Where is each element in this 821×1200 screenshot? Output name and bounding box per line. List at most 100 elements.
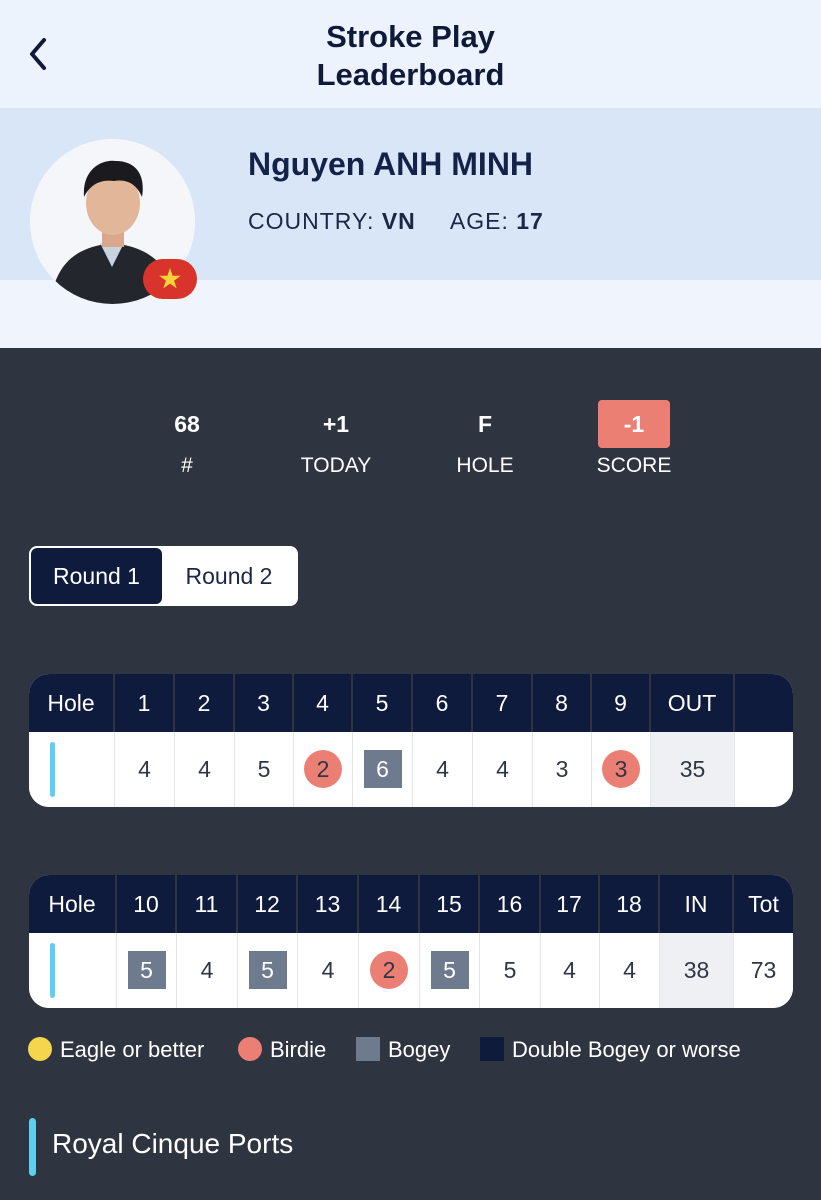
hole-header-cell xyxy=(735,674,793,732)
stat-label: # xyxy=(181,454,193,477)
hole-header-cell: 3 xyxy=(235,674,294,732)
hole-header-cell: 7 xyxy=(473,674,533,732)
stat-score: -1 SCORE xyxy=(574,400,694,478)
bogey-score: 5 xyxy=(430,950,469,989)
legend-birdie: Birdie xyxy=(238,1034,326,1066)
tab-round-2[interactable]: Round 2 xyxy=(162,548,296,604)
score-cell: 5 xyxy=(480,933,541,1008)
bogey-swatch-icon xyxy=(356,1037,380,1062)
player-meta: COUNTRY: VN AGE: 17 xyxy=(248,208,572,235)
stat-position: 68 # xyxy=(127,400,247,478)
scorecard-header-row: Hole 10 11 12 13 14 15 16 17 18 IN Tot xyxy=(29,875,793,933)
hole-header-cell: 18 xyxy=(600,875,660,933)
stat-value: 68 xyxy=(174,411,200,437)
hole-header-cell: 6 xyxy=(413,674,473,732)
page-title: Stroke Play Leaderboard xyxy=(0,18,821,94)
stat-label: TODAY xyxy=(300,454,372,477)
stat-value: F xyxy=(477,411,493,437)
birdie-score: 2 xyxy=(304,749,342,788)
score-cell: 4 xyxy=(177,933,238,1008)
tab-round-1[interactable]: Round 1 xyxy=(31,548,162,604)
score-badge: -1 xyxy=(598,400,670,448)
score-cell: 73 xyxy=(750,957,777,983)
scorecard-front-nine: Hole 1 2 3 4 5 6 7 8 9 OUT 4 4 5 2 6 4 4 3 3 35 xyxy=(29,674,793,807)
hole-header-cell: 13 xyxy=(298,875,359,933)
stat-value: +1 xyxy=(322,411,350,437)
hole-header-cell: 4 xyxy=(294,674,353,732)
score-cell: 4 xyxy=(413,732,473,807)
score-cell: 4 xyxy=(298,933,359,1008)
legend-label: Double Bogey or worse xyxy=(512,1037,741,1062)
hole-header-cell: 2 xyxy=(175,674,235,732)
hole-header-cell: 12 xyxy=(238,875,298,933)
legend-eagle: Eagle or better xyxy=(28,1034,204,1066)
star-icon xyxy=(159,268,181,289)
hole-header-cell: 17 xyxy=(540,875,600,933)
legend-label: Birdie xyxy=(270,1037,327,1062)
legend-label: Eagle or better xyxy=(60,1037,205,1062)
page-title-line2: Leaderboard xyxy=(316,57,505,92)
player-marker xyxy=(50,943,55,998)
course-name: Royal Cinque Ports xyxy=(52,1128,294,1159)
score-cell: 2 xyxy=(359,933,420,1008)
bogey-score: 5 xyxy=(127,950,166,989)
score-legend: Eagle or better Birdie Bogey Double Boge… xyxy=(28,1034,808,1066)
hole-header-cell: 5 xyxy=(353,674,413,732)
scorecard-score-row: 5 4 5 4 2 5 5 4 4 38 73 xyxy=(29,933,793,1008)
age-value: 17 xyxy=(516,208,544,234)
legend-label: Bogey xyxy=(388,1037,451,1062)
round-selector: Round 1 Round 2 xyxy=(29,546,298,606)
hole-header-cell: 9 xyxy=(592,674,651,732)
score-cell: 4 xyxy=(473,732,533,807)
country-label: COUNTRY: xyxy=(248,208,375,234)
birdie-swatch-icon xyxy=(238,1037,262,1062)
score-cell: 5 xyxy=(238,933,298,1008)
player-name: Nguyen ANH MINH xyxy=(248,146,534,182)
legend-bogey: Bogey xyxy=(356,1034,450,1066)
subtotal-cell: 35 xyxy=(651,732,735,807)
double-bogey-swatch-icon xyxy=(480,1037,504,1062)
hole-header-cell: 10 xyxy=(117,875,177,933)
hole-header-cell: 15 xyxy=(420,875,480,933)
stat-label: SCORE xyxy=(596,454,672,477)
player-marker xyxy=(50,742,55,797)
stat-today: +1 TODAY xyxy=(276,400,396,478)
score-cell: 5 xyxy=(117,933,177,1008)
score-cell: 2 xyxy=(294,732,353,807)
stat-hole: F HOLE xyxy=(425,400,545,478)
score-cell: 4 xyxy=(115,732,175,807)
hole-header-cell: 16 xyxy=(480,875,541,933)
hole-header-cell: OUT xyxy=(651,674,735,732)
vietnam-flag-icon xyxy=(143,259,197,299)
subtotal-cell: 38 xyxy=(660,933,734,1008)
hole-header-cell: Tot xyxy=(748,891,779,917)
stat-label: HOLE xyxy=(456,454,514,477)
hole-header-cell: 11 xyxy=(177,875,238,933)
birdie-score: 3 xyxy=(602,749,640,788)
empty-cell xyxy=(735,732,793,807)
scorecard-header-row: Hole 1 2 3 4 5 6 7 8 9 OUT xyxy=(29,674,793,732)
player-profile: Nguyen ANH MINH COUNTRY: VN AGE: 17 xyxy=(0,108,821,348)
top-bar: Stroke Play Leaderboard xyxy=(0,0,821,108)
hole-header-cell: 8 xyxy=(533,674,592,732)
player-marker-cell xyxy=(29,933,117,1008)
score-summary: 68 # +1 TODAY F HOLE -1 SCORE xyxy=(0,400,821,490)
score-cell: 4 xyxy=(175,732,235,807)
eagle-swatch-icon xyxy=(28,1037,52,1062)
player-marker-cell xyxy=(29,732,115,807)
score-cell: 5 xyxy=(420,933,480,1008)
bogey-score: 6 xyxy=(363,749,402,788)
score-cell: 4 xyxy=(600,933,660,1008)
page-title-line1: Stroke Play xyxy=(326,19,495,54)
birdie-score: 2 xyxy=(370,950,408,989)
country-value: VN xyxy=(381,208,416,234)
hole-header-cell: 1 xyxy=(115,674,175,732)
hole-header-cell: 14 xyxy=(359,875,420,933)
age-label: AGE: xyxy=(449,208,509,234)
hole-label: Hole xyxy=(29,875,117,933)
legend-double-bogey: Double Bogey or worse xyxy=(480,1034,741,1066)
score-cell: 5 xyxy=(235,732,294,807)
score-cell: 3 xyxy=(592,732,651,807)
hole-label: Hole xyxy=(29,674,115,732)
course-marker xyxy=(29,1118,36,1176)
